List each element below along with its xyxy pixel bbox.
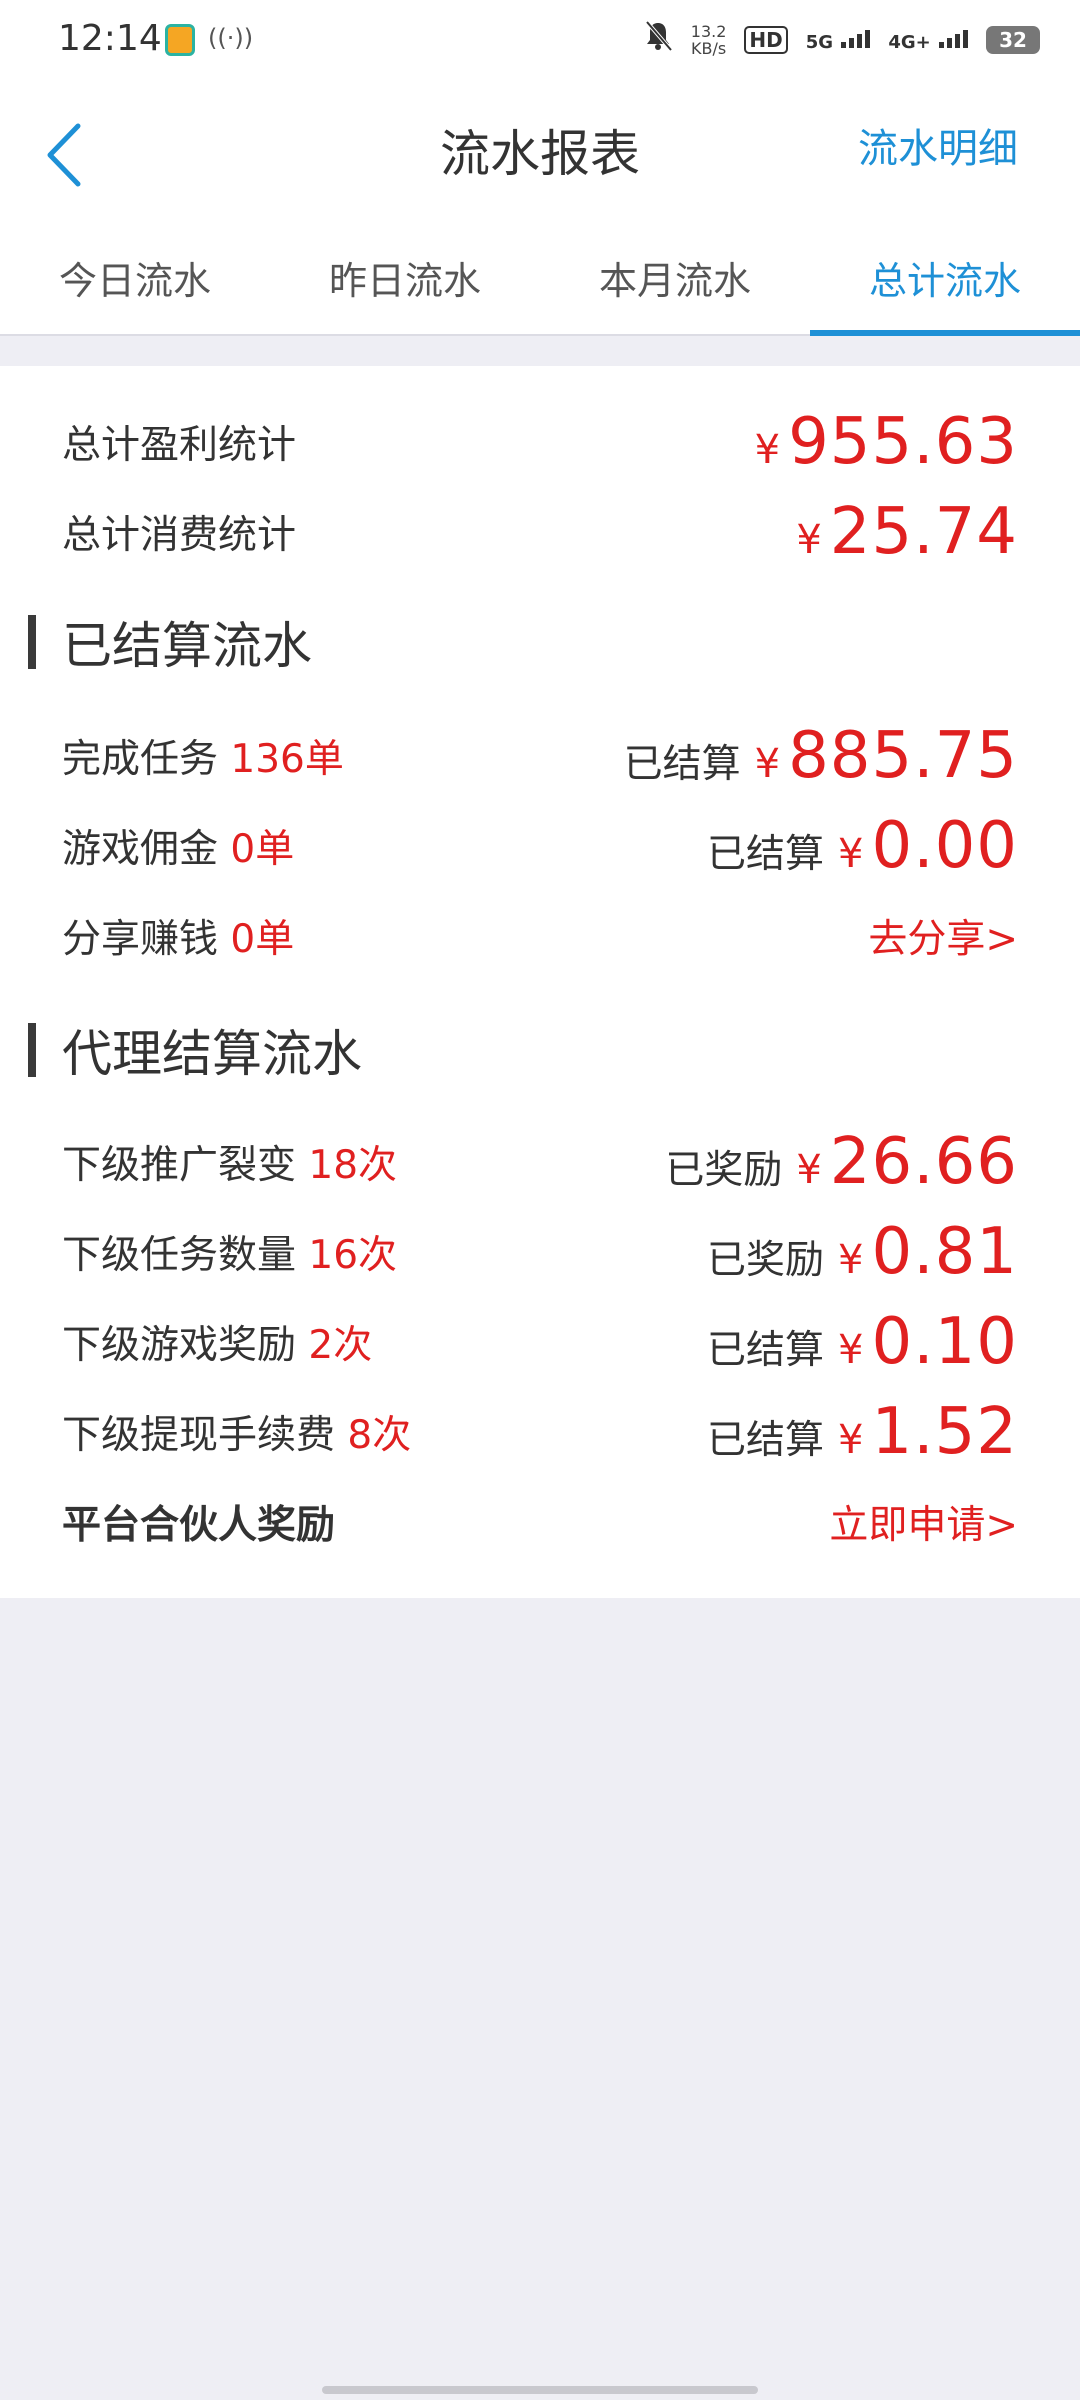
speed-unit: KB/s bbox=[690, 39, 727, 58]
settled-row-tasks: 完成任务 136单 已结算 ¥ 885.75 bbox=[62, 716, 1018, 796]
network-speed: 13.2 KB/s bbox=[691, 23, 727, 57]
settled-section-title: 已结算流水 bbox=[62, 617, 312, 675]
profit-amount: 955.63 bbox=[788, 405, 1018, 479]
yen-symbol: ¥ bbox=[754, 427, 781, 473]
row-count: 0单 bbox=[230, 827, 295, 872]
row-status: 已结算 bbox=[707, 1418, 825, 1463]
row-status: 已结算 bbox=[707, 1328, 825, 1373]
row-count: 16次 bbox=[308, 1233, 398, 1278]
yen-symbol: ¥ bbox=[796, 1147, 822, 1193]
row-label-text: 游戏佣金 bbox=[62, 827, 219, 872]
row-label-text: 完成任务 bbox=[62, 737, 219, 782]
row-status: 已奖励 bbox=[707, 1238, 825, 1283]
profit-label: 总计盈利统计 bbox=[62, 423, 297, 468]
row-count: 136单 bbox=[230, 737, 344, 782]
spend-amount: 25.74 bbox=[829, 495, 1018, 569]
row-amount: 1.52 bbox=[871, 1395, 1018, 1469]
partner-row: 平台合伙人奖励 立即申请> bbox=[62, 1482, 1018, 1562]
network-type-1: 5G bbox=[805, 31, 834, 53]
row-status: 已结算 bbox=[623, 742, 741, 787]
status-time: 12:14 bbox=[58, 18, 162, 59]
network-type-2: 4G+ bbox=[888, 31, 931, 53]
apply-link[interactable]: 立即申请> bbox=[829, 1494, 1018, 1550]
row-label: 完成任务 136单 bbox=[62, 728, 344, 784]
battery-icon: 32 bbox=[986, 26, 1040, 54]
yen-symbol: ¥ bbox=[754, 741, 781, 787]
section-marker bbox=[28, 1023, 36, 1077]
settled-row-share: 分享赚钱 0单 去分享> bbox=[62, 896, 1018, 976]
signal-5g: 5G bbox=[806, 28, 871, 53]
row-label-text: 下级任务数量 bbox=[62, 1233, 297, 1278]
partner-label: 平台合伙人奖励 bbox=[62, 1503, 336, 1548]
yen-symbol: ¥ bbox=[838, 1327, 864, 1373]
spend-row: 总计消费统计 ¥ 25.74 bbox=[62, 492, 1018, 572]
agent-section-title: 代理结算流水 bbox=[62, 1025, 362, 1083]
row-label: 下级任务数量 16次 bbox=[62, 1224, 397, 1280]
share-link[interactable]: 去分享> bbox=[868, 908, 1018, 964]
tab-month[interactable]: 本月流水 bbox=[540, 214, 810, 334]
report-card: 总计盈利统计 ¥ 955.63 总计消费统计 ¥ 25.74 已结算流水 完成任… bbox=[0, 366, 1080, 1598]
nav-bar: 流水报表 流水明细 bbox=[0, 84, 1080, 214]
tab-today[interactable]: 今日流水 bbox=[0, 214, 270, 334]
row-label: 下级游戏奖励 2次 bbox=[62, 1314, 372, 1370]
yen-symbol: ¥ bbox=[838, 831, 864, 877]
settled-row-game: 游戏佣金 0单 已结算 ¥ 0.00 bbox=[62, 806, 1018, 886]
signal-bars-icon bbox=[841, 28, 871, 48]
row-label: 游戏佣金 0单 bbox=[62, 818, 294, 874]
yen-symbol: ¥ bbox=[838, 1417, 864, 1463]
row-count: 18次 bbox=[308, 1143, 398, 1188]
row-amount: 885.75 bbox=[788, 719, 1018, 793]
row-status: 已奖励 bbox=[665, 1148, 783, 1193]
row-amount: 0.81 bbox=[871, 1215, 1018, 1289]
hd-icon: HD bbox=[744, 26, 788, 54]
tab-yesterday[interactable]: 昨日流水 bbox=[270, 214, 540, 334]
agent-row-referral: 下级推广裂变 18次 已奖励 ¥ 26.66 bbox=[62, 1122, 1018, 1202]
section-marker bbox=[28, 615, 36, 669]
tab-total[interactable]: 总计流水 bbox=[810, 214, 1080, 336]
bell-muted-icon bbox=[643, 20, 673, 60]
signal-4g: 4G+ bbox=[888, 28, 968, 53]
status-bar: 12:14 ((·)) 13.2 KB/s HD 5G 4G+ 32 bbox=[0, 0, 1080, 84]
agent-row-game: 下级游戏奖励 2次 已结算 ¥ 0.10 bbox=[62, 1302, 1018, 1382]
agent-row-tasks: 下级任务数量 16次 已奖励 ¥ 0.81 bbox=[62, 1212, 1018, 1292]
home-indicator[interactable] bbox=[322, 2386, 758, 2394]
row-count: 8次 bbox=[347, 1413, 412, 1458]
period-tabs: 今日流水 昨日流水 本月流水 总计流水 bbox=[0, 214, 1080, 336]
row-count: 2次 bbox=[308, 1323, 373, 1368]
detail-link[interactable]: 流水明细 bbox=[858, 116, 1018, 174]
app-notification-icon bbox=[165, 24, 195, 56]
row-label: 下级提现手续费 8次 bbox=[62, 1404, 411, 1460]
row-amount: 0.00 bbox=[871, 809, 1018, 883]
profit-row: 总计盈利统计 ¥ 955.63 bbox=[62, 402, 1018, 482]
row-label-text: 下级游戏奖励 bbox=[62, 1323, 297, 1368]
yen-symbol: ¥ bbox=[796, 517, 822, 563]
settled-section-header: 已结算流水 bbox=[28, 612, 312, 675]
spend-label: 总计消费统计 bbox=[62, 513, 297, 558]
signal-bars-icon bbox=[939, 28, 968, 48]
agent-row-fee: 下级提现手续费 8次 已结算 ¥ 1.52 bbox=[62, 1392, 1018, 1472]
row-status: 已结算 bbox=[707, 832, 825, 877]
row-label-text: 分享赚钱 bbox=[62, 917, 219, 962]
row-amount: 26.66 bbox=[829, 1125, 1018, 1199]
row-label-text: 下级推广裂变 bbox=[62, 1143, 297, 1188]
row-label: 分享赚钱 0单 bbox=[62, 908, 294, 964]
row-label-text: 下级提现手续费 bbox=[62, 1413, 336, 1458]
nfc-icon: ((·)) bbox=[208, 24, 254, 52]
agent-section-header: 代理结算流水 bbox=[28, 1020, 362, 1083]
yen-symbol: ¥ bbox=[838, 1237, 864, 1283]
row-amount: 0.10 bbox=[871, 1305, 1018, 1379]
row-label: 下级推广裂变 18次 bbox=[62, 1134, 397, 1190]
row-count: 0单 bbox=[230, 917, 295, 962]
